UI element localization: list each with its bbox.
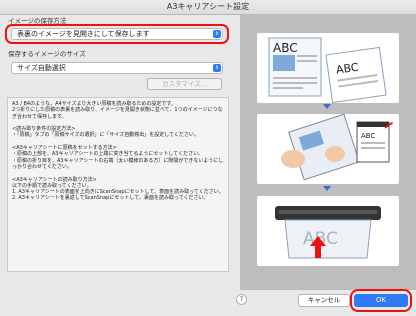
card2-small-text: ABC <box>361 132 375 140</box>
output-size-value: サイズ自動選択 <box>17 64 66 72</box>
step-arrow-icon <box>323 104 331 109</box>
window-title: A3キャリアシート設定 <box>166 2 250 11</box>
illustration-card-scanner: ABC <box>257 196 399 266</box>
illustration-card-carrier-insert: ABC <box>257 113 399 184</box>
output-size-label: 保存するイメージのサイズ <box>8 50 86 58</box>
save-method-value: 表裏のイメージを見開きにして保存します <box>17 30 150 38</box>
card1-left-text: ABC <box>273 41 298 55</box>
cancel-button[interactable]: キャンセル <box>298 294 350 307</box>
scanner-illustration: ABC <box>275 206 381 259</box>
step-arrow-icon <box>323 186 331 191</box>
description-box: A3 / B4のような、A4サイズより大きい原稿を読み取るための設定です。 2つ折… <box>7 97 229 272</box>
customize-button[interactable]: カスタマイズ... <box>147 78 222 90</box>
dialog-window: A3キャリアシート設定 イメージの保存方法 表裏のイメージを見開きにして保存しま… <box>0 0 416 316</box>
output-size-select[interactable]: サイズ自動選択 ⇕ <box>11 62 223 74</box>
description-line: ・原稿の折り目を、A3キャリアシートの右端（太い模様のある方）に隙間ができないよ… <box>12 157 224 170</box>
folded-document-illustration: ABC ABC <box>268 37 387 104</box>
description-line: 2. A3キャリアシートを裏返してScanSnapにセットして、裏面を読み取って… <box>12 195 209 202</box>
save-method-select[interactable]: 表裏のイメージを見開きにして保存します ⇕ <box>11 28 223 40</box>
description-line: ・「原稿」タブの「原稿サイズの選択」に「サイズ自動検出」を設定してください。 <box>12 132 199 139</box>
help-button[interactable]: ? <box>236 294 247 305</box>
carrier-insert-illustration: ABC <box>281 113 393 181</box>
select-arrow-icon: ⇕ <box>213 64 221 72</box>
ok-button[interactable]: OK <box>354 294 408 307</box>
illustration-card-folded-document: ABC ABC <box>257 33 399 104</box>
select-arrow-icon: ⇕ <box>213 30 221 38</box>
description-line: 2つ折りにした原稿の表裏を読み取り、イメージを見開き状態に並べて、1つのイメージ… <box>12 107 223 120</box>
description-line: ・原稿の上部を、A3キャリアシートの上端に突き当てるようにセットしてください。 <box>12 151 204 158</box>
title-bar: A3キャリアシート設定 <box>0 0 416 15</box>
